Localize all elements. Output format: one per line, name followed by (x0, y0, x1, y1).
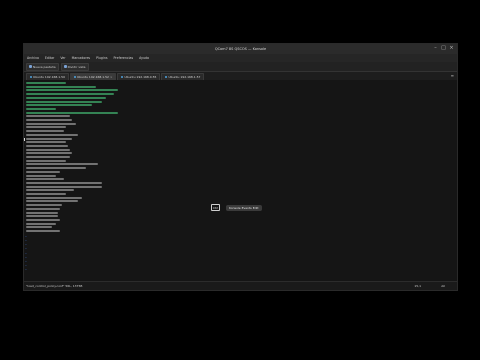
key-hint-popup: Ctrl Konsole Events Edit (211, 204, 263, 211)
buffer-line (26, 100, 102, 103)
popup-text: Konsole Events Edit (226, 204, 262, 211)
cursor-position: 15,1 (414, 284, 421, 288)
buffer-line (26, 93, 114, 96)
buffer-line (26, 215, 58, 218)
buffer-line (26, 222, 56, 225)
toolbar: Nueva pestaña Dividir vista (24, 62, 457, 72)
terminal-icon (30, 76, 32, 78)
empty-line-marker: ~ (25, 267, 27, 272)
empty-line-marker: ~ (25, 246, 27, 251)
buffer-line (26, 218, 60, 221)
menu-plugins[interactable]: Plugins (96, 56, 107, 60)
terminal-buffer[interactable]: ~ ~ ~ ~ ~ ~ ~ ~ ~ (24, 80, 457, 282)
menu-ayuda[interactable]: Ayuda (139, 56, 149, 60)
close-tab-icon[interactable]: × (110, 75, 113, 79)
menu-ver[interactable]: Ver (60, 56, 65, 60)
new-tab-label: Nueva pestaña (33, 64, 56, 69)
maximize-icon[interactable]: □ (441, 46, 446, 51)
buffer-line (26, 126, 66, 129)
tab-session-1[interactable]: Ubuntu 192.168.1.50 (26, 73, 69, 80)
status-bar: "load_control_policy.conf" 56L, 1375B 15… (24, 281, 457, 290)
menu-preferencias[interactable]: Preferencias (114, 56, 134, 60)
split-view-icon (63, 65, 67, 68)
window-title: QCom7 8S QSCOS — Konsole (214, 47, 267, 51)
buffer-line (26, 96, 106, 99)
menu-marcadores[interactable]: Marcadores (72, 56, 91, 60)
buffer-line (26, 122, 76, 125)
buffer-line (26, 196, 82, 199)
tab-label: Ubuntu 192.168.0.55 (124, 75, 157, 79)
buffer-line (26, 170, 60, 173)
buffer-line (26, 159, 66, 162)
buffer-line (26, 130, 64, 133)
split-view-label: Dividir vista (67, 64, 86, 69)
buffer-line (26, 211, 58, 214)
buffer-line (26, 111, 118, 114)
file-info: "load_control_policy.conf" 56L, 1375B (26, 284, 83, 288)
title-bar: QCom7 8S QSCOS — Konsole – □ × (24, 44, 457, 54)
terminal-icon (73, 76, 76, 78)
buffer-line (26, 133, 78, 136)
hamburger-menu-icon[interactable]: ≡ (451, 73, 454, 78)
scroll-percent: All (441, 284, 445, 288)
tab-label: Ubuntu 192.168.1.57 (168, 75, 201, 79)
buffer-line (26, 152, 72, 155)
cursor-marker (24, 137, 25, 141)
buffer-line (26, 144, 68, 147)
buffer-line (26, 189, 74, 192)
buffer-line (26, 185, 102, 188)
tab-session-4[interactable]: Ubuntu 192.168.1.57 (161, 73, 205, 80)
buffer-line (26, 226, 52, 229)
new-tab-button[interactable]: Nueva pestaña (26, 62, 59, 71)
buffer-line (26, 204, 62, 207)
tab-session-2[interactable]: Ubuntu 192.168.1.52 × (69, 73, 117, 80)
tab-label: Ubuntu 192.168.1.52 (76, 75, 109, 79)
buffer-line (26, 115, 70, 118)
buffer-line (26, 163, 98, 166)
split-view-button[interactable]: Dividir vista (60, 62, 89, 71)
buffer-line (26, 148, 70, 151)
buffer-line (26, 141, 66, 144)
tab-label: Ubuntu 192.168.1.50 (33, 75, 65, 79)
terminal-window: QCom7 8S QSCOS — Konsole – □ × Archivo E… (24, 44, 457, 290)
window-controls: – □ × (433, 46, 454, 51)
menu-bar: Archivo Editar Ver Marcadores Plugins Pr… (24, 54, 457, 62)
tab-session-3[interactable]: Ubuntu 192.168.0.55 (117, 73, 161, 80)
buffer-line (26, 167, 86, 170)
buffer-line (26, 207, 60, 210)
menu-archivo[interactable]: Archivo (27, 56, 39, 60)
buffer-line (26, 174, 56, 177)
buffer-line (26, 200, 78, 203)
buffer-line (26, 230, 60, 232)
minimize-icon[interactable]: – (433, 46, 438, 51)
buffer-line (26, 178, 64, 181)
terminal-icon (165, 76, 168, 78)
buffer-line (26, 181, 102, 184)
buffer-line (26, 85, 96, 88)
tab-bar: Ubuntu 192.168.1.50 Ubuntu 192.168.1.52 … (24, 72, 457, 80)
buffer-line (26, 82, 66, 84)
menu-editar[interactable]: Editar (45, 56, 54, 60)
keyboard-icon: Ctrl (211, 204, 220, 211)
close-icon[interactable]: × (449, 46, 454, 51)
buffer-line (26, 107, 56, 110)
buffer-line (26, 104, 92, 107)
buffer-line (26, 156, 70, 158)
terminal-icon (121, 76, 124, 78)
buffer-line (26, 119, 72, 121)
buffer-line (26, 89, 118, 92)
buffer-line (26, 137, 72, 140)
new-tab-icon (29, 65, 32, 68)
buffer-line (26, 193, 66, 195)
